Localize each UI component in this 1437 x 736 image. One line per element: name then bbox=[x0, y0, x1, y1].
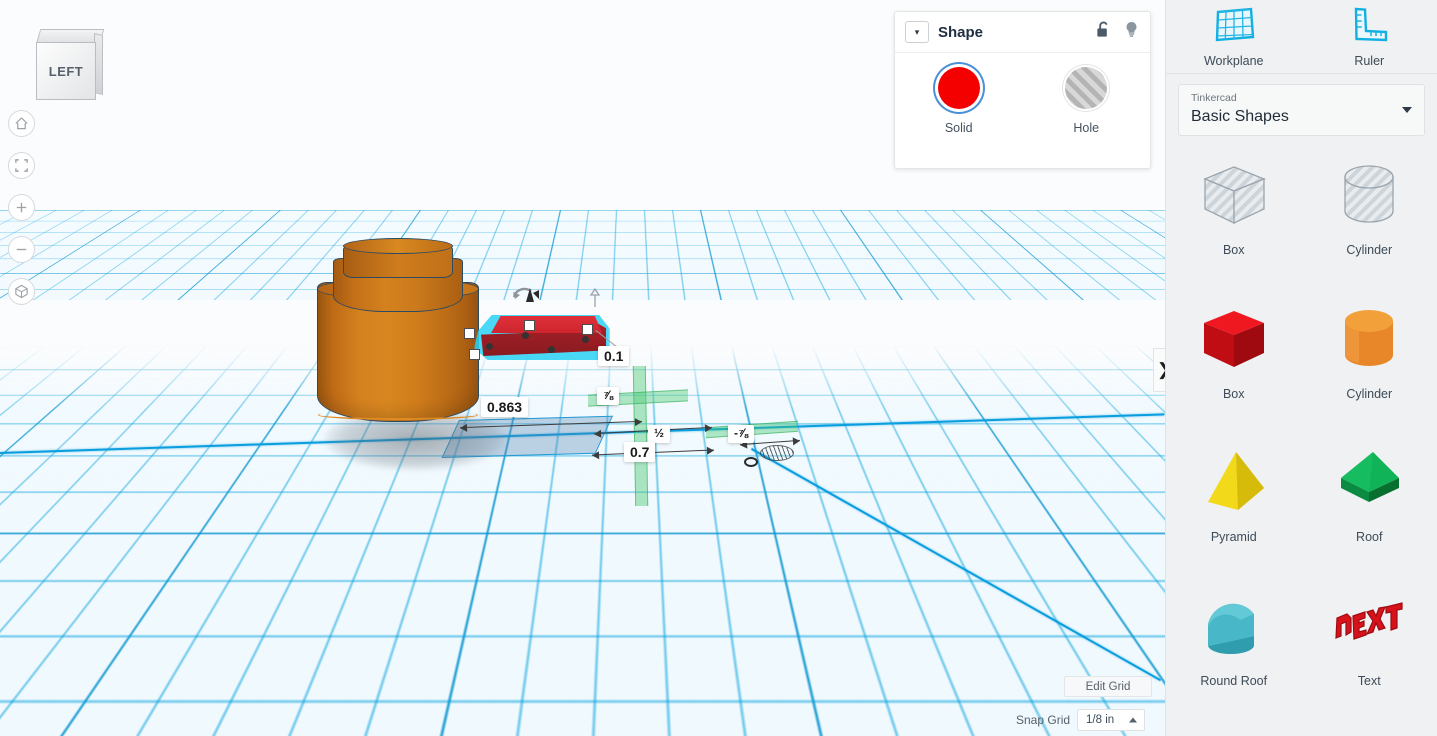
snap-grid-select[interactable]: 1/8 in bbox=[1077, 709, 1146, 731]
edit-grid-button[interactable]: Edit Grid bbox=[1064, 676, 1152, 697]
shape-text-label: Text bbox=[1357, 673, 1381, 688]
dimension-label-snap-top[interactable]: ⅞ bbox=[597, 387, 620, 405]
workplane-icon bbox=[1213, 6, 1255, 49]
perspective-toggle-button[interactable] bbox=[8, 278, 35, 305]
dimension-label-offset-x[interactable]: 0.863 bbox=[481, 397, 529, 418]
workplane-tool[interactable]: Workplane bbox=[1166, 0, 1302, 73]
zoom-out-button[interactable] bbox=[8, 236, 35, 263]
snap-grid-control: Snap Grid 1/8 in bbox=[1016, 709, 1146, 731]
corner-dot-front[interactable] bbox=[548, 346, 555, 353]
shape-roof-label: Roof bbox=[1356, 530, 1383, 545]
shapes-sidebar: Workplane Ruler Tinkercad Basic Shapes B… bbox=[1165, 0, 1437, 736]
resize-handle-left-top[interactable] bbox=[464, 328, 475, 339]
shape-roof[interactable]: Roof bbox=[1302, 438, 1437, 576]
dimension-label-snap-mid[interactable]: ½ bbox=[648, 425, 671, 443]
plus-icon bbox=[14, 200, 29, 215]
lightbulb-icon[interactable] bbox=[1123, 20, 1140, 44]
shape-text[interactable]: Text bbox=[1302, 582, 1437, 720]
sidebar-tools: Workplane Ruler bbox=[1166, 0, 1437, 74]
home-view-button[interactable] bbox=[8, 110, 35, 137]
view-cube-front-face[interactable]: LEFT bbox=[36, 42, 96, 100]
shape-panel-body: Solid Hole bbox=[895, 53, 1150, 135]
jar-cap-ridge bbox=[343, 238, 453, 254]
tinkercad-editor: 0.1 0.863 ⅞ ½ 0.7 -⅞ LEFT Edit Grid Snap… bbox=[0, 0, 1437, 736]
corner-dot-left[interactable] bbox=[486, 343, 493, 350]
shape-panel-title: Shape bbox=[938, 23, 984, 41]
cylinder-hole-thumbnail bbox=[1329, 157, 1409, 237]
jar-base-outline bbox=[318, 410, 478, 420]
shape-box-hole-label: Box bbox=[1222, 243, 1245, 258]
dimension-label-height[interactable]: 0.1 bbox=[598, 346, 630, 367]
jar-object[interactable] bbox=[313, 238, 485, 424]
shape-box-hole[interactable]: Box bbox=[1166, 151, 1302, 289]
shape-panel-header: ▾ Shape bbox=[895, 12, 1150, 53]
zoom-in-button[interactable] bbox=[8, 194, 35, 221]
dimension-label-snap-right[interactable]: -⅞ bbox=[728, 425, 755, 443]
snap-grid-label: Snap Grid bbox=[1016, 713, 1071, 727]
cube-perspective-icon bbox=[14, 284, 29, 299]
shape-box-solid-label: Box bbox=[1222, 386, 1245, 401]
resize-handle-top-right[interactable] bbox=[582, 324, 593, 335]
measure-coil-icon bbox=[760, 445, 794, 461]
snap-guide-vertical bbox=[632, 366, 649, 506]
pyramid-thumbnail bbox=[1194, 444, 1274, 524]
selected-box-object[interactable] bbox=[464, 315, 610, 360]
shape-box-solid[interactable]: Box bbox=[1166, 295, 1302, 433]
solid-color-circle[interactable] bbox=[937, 67, 980, 109]
ruler-tool[interactable]: Ruler bbox=[1302, 0, 1437, 73]
solid-swatch-label: Solid bbox=[944, 121, 973, 135]
measure-ring-handle[interactable] bbox=[744, 457, 758, 467]
shape-library-grid: Box Cylinder Box Cylinder Pyramid Roof R… bbox=[1166, 145, 1437, 725]
corner-dot-top-mid[interactable] bbox=[522, 332, 529, 339]
shape-library-select[interactable]: Tinkercad Basic Shapes bbox=[1178, 84, 1425, 137]
fit-to-view-icon bbox=[14, 158, 29, 173]
dimension-label-length[interactable]: 0.7 bbox=[624, 442, 656, 463]
resize-handle-top-mid[interactable] bbox=[524, 320, 535, 331]
shape-cylinder-solid-label: Cylinder bbox=[1346, 386, 1393, 401]
library-selected-value: Basic Shapes bbox=[1191, 107, 1289, 125]
round-roof-thumbnail bbox=[1194, 588, 1274, 668]
resize-handle-left-bottom[interactable] bbox=[469, 349, 480, 360]
workplane-tool-label: Workplane bbox=[1203, 53, 1264, 68]
shape-cylinder-hole[interactable]: Cylinder bbox=[1302, 151, 1437, 289]
library-provider-label: Tinkercad bbox=[1191, 92, 1237, 104]
chevron-up-icon bbox=[1129, 717, 1138, 723]
shape-cylinder-solid[interactable]: Cylinder bbox=[1302, 295, 1437, 433]
workplane-axis-y bbox=[750, 448, 1162, 682]
chevron-down-icon bbox=[1402, 107, 1412, 114]
view-cube[interactable]: LEFT bbox=[30, 28, 105, 104]
box-solid-thumbnail bbox=[1194, 301, 1274, 381]
snap-grid-value: 1/8 in bbox=[1086, 714, 1115, 726]
unlock-icon[interactable] bbox=[1095, 20, 1112, 44]
shape-cylinder-hole-label: Cylinder bbox=[1346, 243, 1393, 258]
cylinder-solid-thumbnail bbox=[1329, 301, 1409, 381]
shape-panel-collapse-button[interactable]: ▾ bbox=[905, 21, 929, 43]
hole-swatch-label: Hole bbox=[1073, 121, 1100, 135]
minus-icon bbox=[14, 242, 29, 257]
shape-round-roof-label: Round Roof bbox=[1200, 673, 1268, 688]
library-select-wrap: Tinkercad Basic Shapes bbox=[1166, 74, 1437, 145]
hole-pattern-circle[interactable] bbox=[1065, 67, 1108, 109]
shape-pyramid-label: Pyramid bbox=[1210, 530, 1257, 545]
height-handle[interactable] bbox=[589, 287, 601, 308]
ruler-icon bbox=[1349, 6, 1389, 49]
shape-pyramid[interactable]: Pyramid bbox=[1166, 438, 1302, 576]
solid-swatch[interactable]: Solid bbox=[895, 67, 1023, 135]
shape-round-roof[interactable]: Round Roof bbox=[1166, 582, 1302, 720]
text-thumbnail bbox=[1329, 588, 1409, 668]
hole-swatch[interactable]: Hole bbox=[1023, 67, 1151, 135]
ruler-tool-label: Ruler bbox=[1354, 53, 1385, 68]
corner-dot-top-right[interactable] bbox=[582, 336, 589, 343]
home-icon bbox=[14, 116, 29, 131]
fit-view-button[interactable] bbox=[8, 152, 35, 179]
shape-panel-actions bbox=[1095, 20, 1140, 44]
roof-thumbnail bbox=[1329, 444, 1409, 524]
shape-inspector-panel: ▾ Shape Solid Hole bbox=[894, 11, 1151, 169]
box-hole-thumbnail bbox=[1194, 157, 1274, 237]
rotate-handle[interactable] bbox=[512, 286, 540, 306]
workplane-grid bbox=[0, 0, 1165, 736]
